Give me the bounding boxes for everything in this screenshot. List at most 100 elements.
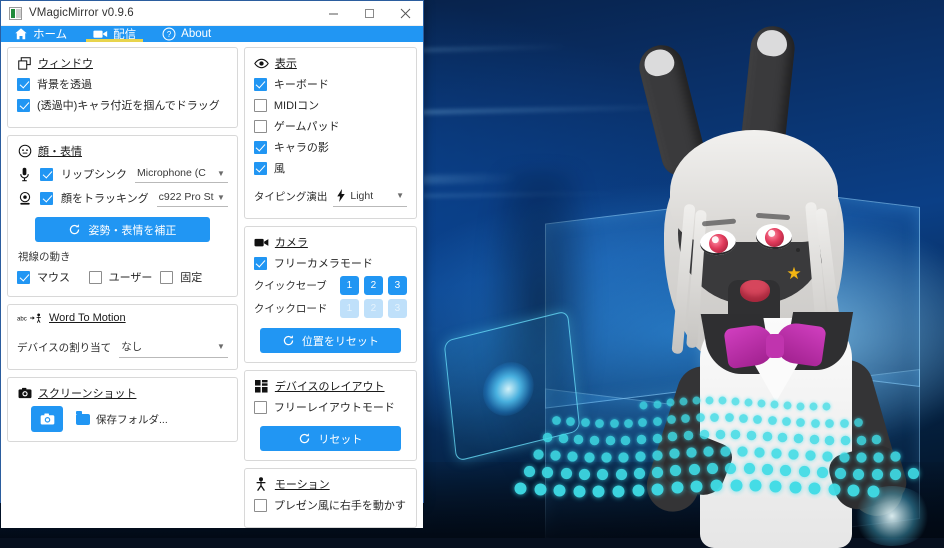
device-assign-dropdown[interactable]: なし ▼ (119, 337, 228, 358)
virtual-key-dot (867, 485, 880, 498)
quick-load-slot-1[interactable]: 1 (339, 299, 359, 318)
settings-body: ウィンドウ 背景を透過 (透過中)キャラ付近を掴んでドラッグ 顔・表情 リップシ… (1, 42, 423, 528)
gaze-option-fixed[interactable]: 固定 (160, 269, 228, 285)
virtual-key-dot (737, 446, 748, 457)
virtual-key-dot (834, 468, 847, 480)
minimize-button[interactable] (315, 1, 351, 25)
virtual-key-dot (534, 483, 547, 496)
virtual-key-dot (816, 467, 828, 479)
quick-load-slot-3[interactable]: 3 (387, 299, 407, 318)
quick-load-slot-2[interactable]: 2 (363, 299, 383, 318)
tab-streaming[interactable]: 配信 (80, 26, 149, 42)
checkbox-free-camera-mode[interactable]: フリーカメラモード (253, 255, 407, 271)
tab-bar[interactable]: ホーム 配信 ? About (1, 26, 423, 42)
checkbox-facetracking[interactable] (40, 191, 53, 205)
save-folder-label: 保存フォルダ... (96, 413, 168, 426)
tab-about[interactable]: ? About (149, 26, 224, 42)
checkbox-box[interactable] (253, 140, 267, 154)
device-layout-section: デバイスのレイアウト フリーレイアウトモード リセット (243, 370, 417, 461)
reset-layout-button[interactable]: リセット (259, 426, 401, 451)
virtual-key-dot (809, 434, 819, 445)
checkbox-label: 背景を透過 (37, 79, 92, 91)
question-circle-icon: ? (162, 27, 176, 41)
virtual-key-dot (872, 434, 882, 444)
checkbox-box[interactable] (253, 119, 267, 133)
reset-camera-position-button[interactable]: 位置をリセット (259, 328, 401, 353)
checkbox-midi-controller[interactable]: MIDIコン (253, 97, 407, 113)
checkbox-label: マウス (37, 272, 70, 284)
virtual-key-dot (652, 449, 663, 461)
checkbox-box[interactable] (88, 270, 102, 284)
typing-effect-value: Light (350, 189, 374, 202)
checkbox-wind[interactable]: 風 (253, 160, 407, 176)
maximize-button[interactable] (351, 1, 387, 25)
checkbox-box[interactable] (17, 77, 30, 91)
checkbox-transparent-background[interactable]: 背景を透過 (17, 76, 228, 92)
virtual-key-dot (718, 396, 727, 405)
camera-icon (17, 386, 32, 401)
word-to-motion-title: Word To Motion (49, 312, 126, 324)
take-screenshot-button[interactable] (31, 406, 63, 432)
close-button[interactable] (387, 1, 423, 25)
checkbox-label: MIDIコン (273, 100, 320, 112)
calibrate-button[interactable]: 姿勢・表情を補正 (35, 217, 210, 242)
tab-home-label: ホーム (33, 29, 68, 41)
checkbox-box[interactable] (253, 77, 267, 91)
checkbox-box[interactable] (253, 256, 267, 270)
checkbox-drag-character[interactable]: (透過中)キャラ付近を掴んでドラッグ (17, 97, 228, 113)
checkbox-lipsync[interactable] (40, 167, 53, 181)
virtual-key-dot (856, 435, 867, 445)
lipsync-row: リップシンク Microphone (C ▼ (17, 165, 228, 183)
checkbox-box[interactable] (17, 270, 30, 284)
checkbox-box[interactable] (17, 98, 30, 112)
title-bar[interactable]: VMagicMirror v0.9.6 (1, 1, 423, 26)
checkbox-label: キーボード (273, 79, 329, 91)
checkbox-box[interactable] (253, 98, 267, 112)
layout-grid-icon (254, 379, 269, 394)
typing-effect-dropdown[interactable]: Light ▼ (333, 186, 407, 207)
quick-save-slot-2[interactable]: 2 (363, 276, 383, 295)
checkbox-keyboard[interactable]: キーボード (253, 76, 407, 92)
folder-icon (76, 410, 90, 425)
open-save-folder-link[interactable]: 保存フォルダ... (76, 410, 168, 427)
virtual-key-dot (808, 482, 821, 495)
webcam-device-dropdown[interactable]: c922 Pro Strea ▼ (156, 189, 228, 207)
vmagicmirror-window[interactable]: VMagicMirror v0.9.6 ホーム 配信 ? About ウィンドウ… (0, 0, 424, 528)
face-section-header: 顔・表情 (17, 143, 228, 159)
virtual-key-dot (633, 467, 645, 479)
virtual-key-dot (574, 434, 584, 445)
virtual-key-dot (688, 464, 700, 476)
virtual-key-dot (550, 450, 561, 461)
checkbox-box[interactable] (253, 498, 267, 512)
virtual-key-dot (731, 397, 740, 406)
quick-save-slot-1[interactable]: 1 (339, 276, 359, 295)
virtual-key-dot (825, 435, 835, 446)
checkbox-box[interactable] (253, 400, 267, 414)
checkbox-character-shadow[interactable]: キャラの影 (253, 139, 407, 155)
camera-section: カメラ フリーカメラモード クイックセーブ 1 2 3 クイックロード 1 2 … (243, 226, 417, 363)
checkbox-gamepad[interactable]: ゲームパッド (253, 118, 407, 134)
checkbox-free-layout-mode[interactable]: フリーレイアウトモード (253, 399, 407, 415)
checkbox-box[interactable] (253, 161, 267, 175)
gaze-option-user[interactable]: ユーザー (88, 269, 157, 285)
face-expression-section: 顔・表情 リップシンク Microphone (C ▼ 顔をトラッキング c92… (7, 135, 238, 297)
gaze-option-mouse[interactable]: マウス (17, 269, 85, 285)
virtual-key-dot (754, 447, 765, 458)
quick-save-slot-3[interactable]: 3 (387, 276, 407, 295)
face-icon (17, 144, 32, 159)
virtual-key-dot (749, 479, 762, 492)
device-assign-row: デバイスの割り当て なし ▼ (17, 337, 228, 358)
checkbox-label: ゲームパッド (273, 121, 340, 133)
virtual-key-dot (542, 432, 553, 443)
checkbox-label: 固定 (180, 272, 203, 284)
tab-home[interactable]: ホーム (1, 26, 80, 42)
screenshot-header: スクリーンショット (17, 385, 228, 401)
virtual-key-dot (889, 468, 902, 480)
app-icon (9, 6, 22, 20)
checkbox-label: ユーザー (108, 272, 153, 284)
virtual-key-dot (589, 435, 600, 446)
checkbox-presentation-right-hand[interactable]: プレゼン風に右手を動かす (253, 497, 407, 513)
virtual-key-dot (651, 483, 664, 496)
checkbox-box[interactable] (160, 270, 174, 284)
microphone-device-dropdown[interactable]: Microphone (C ▼ (135, 165, 228, 183)
